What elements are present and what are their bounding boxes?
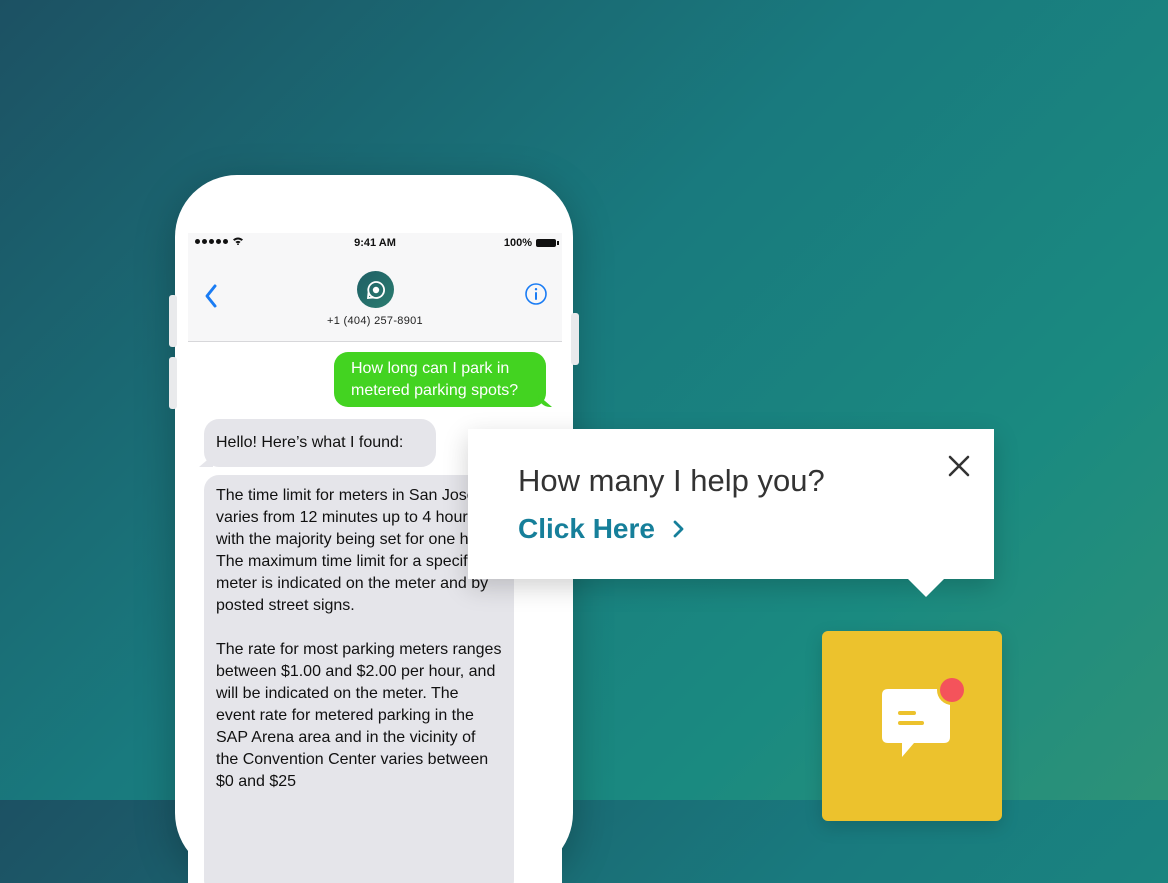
popup-title: How many I help you?	[518, 463, 825, 498]
power-button	[571, 313, 579, 365]
battery-indicator: 100%	[503, 237, 559, 249]
battery-icon	[536, 239, 559, 247]
chevron-left-icon[interactable]	[202, 283, 220, 309]
close-icon[interactable]	[946, 453, 972, 479]
status-bar: 9:41 AM 100%	[188, 233, 562, 255]
chevron-right-icon	[673, 520, 684, 538]
notification-dot-icon	[940, 678, 964, 702]
chat-widget-button[interactable]	[822, 631, 1002, 821]
chat-logo-icon	[366, 280, 385, 299]
click-here-link[interactable]: Click Here	[518, 513, 685, 545]
contact-avatar[interactable]	[357, 271, 394, 308]
received-message: Hello! Here’s what I found:	[204, 419, 436, 467]
click-here-label: Click Here	[518, 513, 655, 544]
contact-number[interactable]: +1 (404) 257-8901	[188, 315, 562, 327]
chat-bubble-icon	[882, 675, 967, 757]
battery-percent: 100%	[503, 237, 532, 249]
conversation-header: +1 (404) 257-8901	[188, 255, 562, 342]
info-icon[interactable]	[524, 282, 548, 306]
volume-down-button	[169, 357, 177, 409]
sent-message: How long can I park in metered parking s…	[334, 352, 546, 407]
volume-up-button	[169, 295, 177, 347]
help-popup: How many I help you? Click Here	[468, 429, 994, 597]
